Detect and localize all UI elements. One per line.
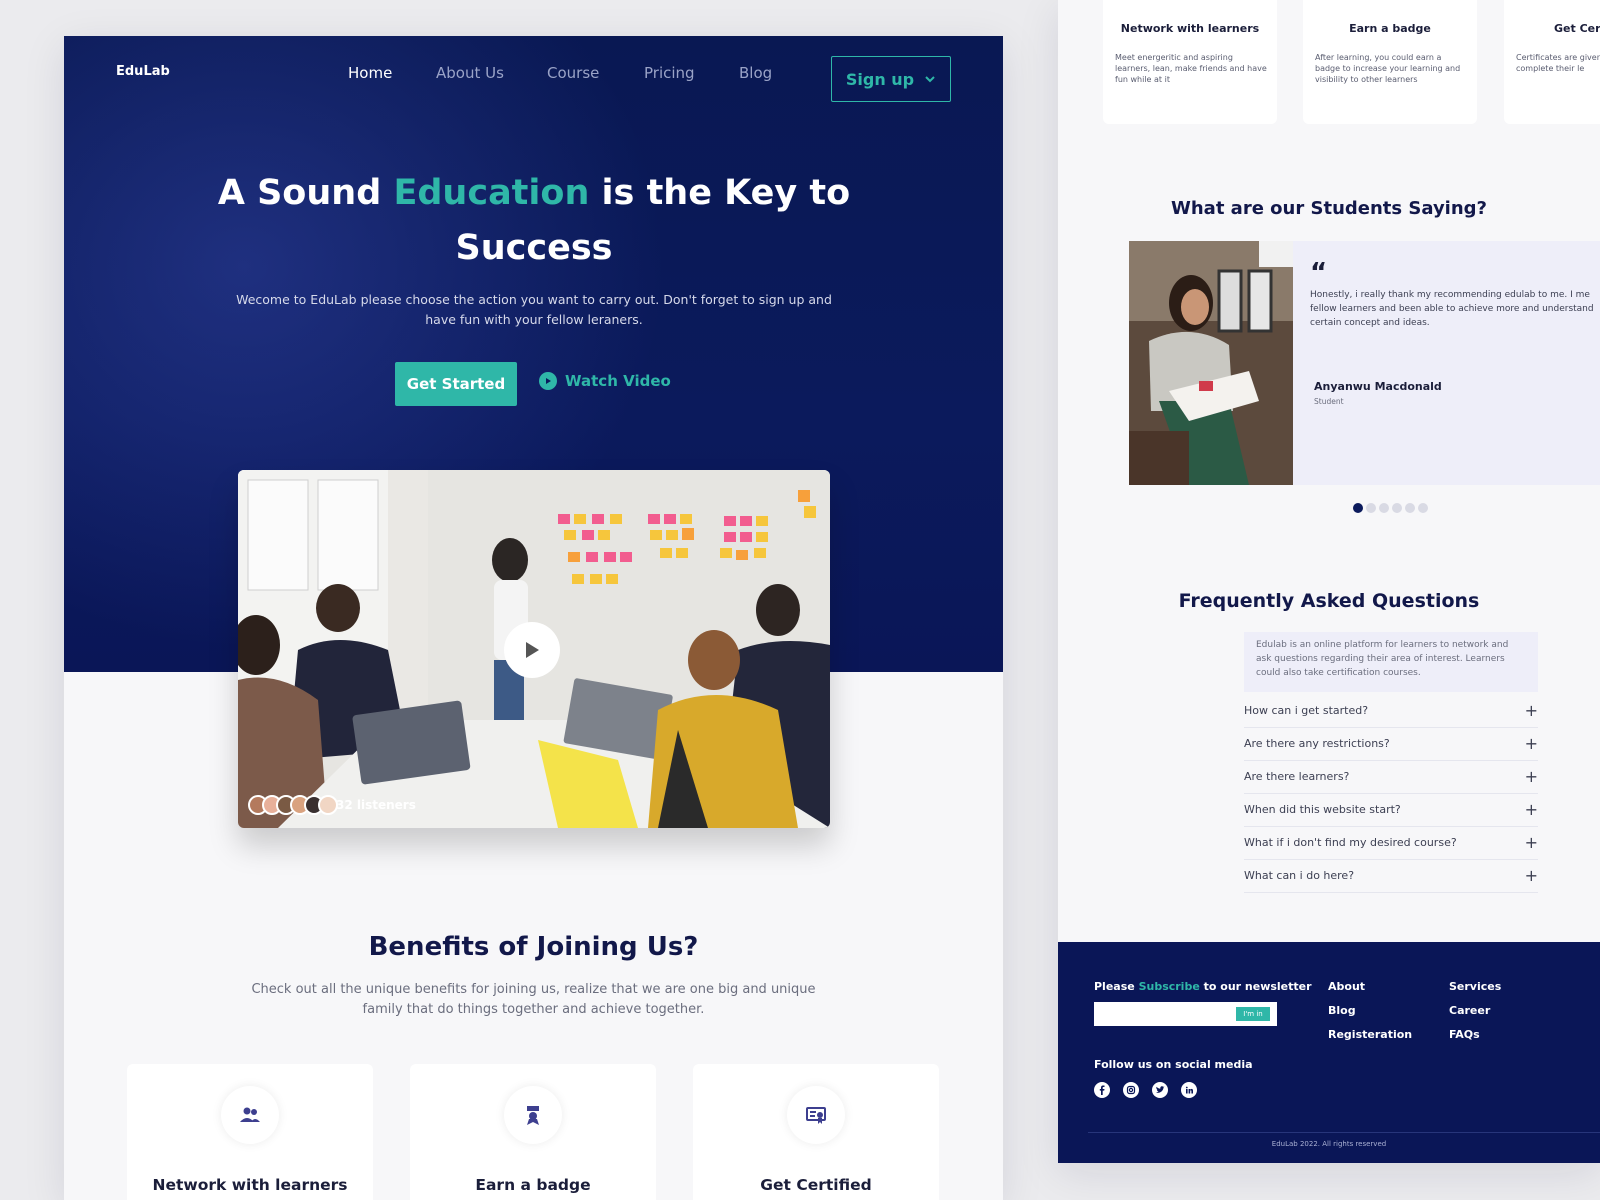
nav-about-us[interactable]: About Us bbox=[436, 64, 504, 82]
benefit-card-title: Earn a badge bbox=[1349, 22, 1431, 35]
benefit-card-badge: Earn a badge bbox=[410, 1064, 656, 1200]
testimonials-title: What are our Students Saying? bbox=[1171, 198, 1487, 219]
footer-link-faqs[interactable]: FAQs bbox=[1449, 1028, 1480, 1041]
benefit-card-network: Network with learners bbox=[127, 1064, 373, 1200]
benefits-title: Benefits of Joining Us? bbox=[368, 932, 699, 962]
benefit-card-description: After learning, you could earn a badge t… bbox=[1315, 53, 1461, 84]
signup-label: Sign up bbox=[845, 69, 915, 89]
footer-link-registeration[interactable]: Registeration bbox=[1328, 1028, 1412, 1041]
play-button[interactable] bbox=[504, 622, 560, 678]
avatar bbox=[318, 795, 338, 815]
signup-button[interactable]: Sign up bbox=[831, 56, 951, 102]
newsletter-label: Please Subscribe to our newsletter bbox=[1094, 980, 1312, 993]
footer-link-career[interactable]: Career bbox=[1449, 1004, 1490, 1017]
faq-question: What if i don't find my desired course? bbox=[1244, 836, 1457, 849]
benefit-card-certified: Get Certified bbox=[693, 1064, 939, 1200]
quote-icon: “ bbox=[1310, 258, 1328, 288]
testimonial-card bbox=[1293, 241, 1600, 485]
hero-title-part1: A Sound bbox=[217, 173, 394, 213]
nav-home[interactable]: Home bbox=[348, 64, 392, 82]
footer-link-services[interactable]: Services bbox=[1449, 980, 1501, 993]
footer: Please Subscribe to our newsletter I'm i… bbox=[1058, 942, 1600, 1163]
benefit-card-network-small: Network with learners Meet energeritic a… bbox=[1103, 0, 1277, 124]
follow-social-label: Follow us on social media bbox=[1094, 1058, 1253, 1071]
plus-icon[interactable]: + bbox=[1525, 734, 1538, 753]
faq-title: Frequently Asked Questions bbox=[1178, 590, 1480, 612]
footer-divider bbox=[1088, 1132, 1600, 1133]
newsletter-label-pre: Please bbox=[1094, 980, 1139, 993]
watch-video-label: Watch Video bbox=[565, 372, 671, 390]
badge-icon bbox=[504, 1086, 562, 1144]
nav-blog[interactable]: Blog bbox=[739, 64, 772, 82]
users-icon bbox=[221, 1086, 279, 1144]
play-icon bbox=[526, 642, 539, 658]
benefit-card-title: Earn a badge bbox=[475, 1176, 591, 1194]
carousel-dots bbox=[1353, 503, 1428, 513]
faq-item[interactable]: Are there any restrictions? + bbox=[1244, 727, 1538, 761]
twitter-icon[interactable] bbox=[1152, 1082, 1168, 1098]
carousel-dot[interactable] bbox=[1353, 503, 1363, 513]
copyright-text: EduLab 2022. All rights reserved bbox=[1271, 1140, 1387, 1148]
carousel-dot[interactable] bbox=[1392, 503, 1402, 513]
benefits-description: Check out all the unique benefits for jo… bbox=[251, 982, 816, 1017]
faq-intro: Edulab is an online platform for learner… bbox=[1244, 632, 1538, 692]
benefit-card-title: Get Cer bbox=[1554, 22, 1600, 35]
newsletter-label-post: to our newsletter bbox=[1199, 980, 1312, 993]
certificate-icon bbox=[787, 1086, 845, 1144]
linkedin-icon[interactable] bbox=[1181, 1082, 1197, 1098]
student-photo bbox=[1129, 241, 1293, 485]
hero-subtitle: Wecome to EduLab please choose the actio… bbox=[236, 292, 832, 327]
faq-item[interactable]: Are there learners? + bbox=[1244, 760, 1538, 794]
listener-avatars bbox=[248, 795, 338, 815]
faq-question: Are there learners? bbox=[1244, 770, 1350, 783]
faq-item[interactable]: What if i don't find my desired course? + bbox=[1244, 826, 1538, 860]
watch-video-link[interactable]: Watch Video bbox=[539, 372, 671, 390]
hero-video[interactable]: 32 listeners bbox=[238, 470, 830, 828]
testimonial-role: Student bbox=[1314, 397, 1344, 406]
benefit-card-title: Network with learners bbox=[1120, 22, 1260, 35]
testimonial-text: Honestly, i really thank my recommending… bbox=[1310, 290, 1594, 328]
nav-pricing[interactable]: Pricing bbox=[644, 64, 695, 82]
faq-question: When did this website start? bbox=[1244, 803, 1401, 816]
plus-icon[interactable]: + bbox=[1525, 800, 1538, 819]
carousel-dot[interactable] bbox=[1405, 503, 1415, 513]
benefit-card-description: Meet energeritic and aspiring learners, … bbox=[1115, 53, 1267, 84]
carousel-dot[interactable] bbox=[1379, 503, 1389, 513]
play-circle-icon bbox=[539, 372, 557, 390]
faq-question: What can i do here? bbox=[1244, 869, 1355, 882]
newsletter-label-accent: Subscribe bbox=[1138, 980, 1200, 993]
plus-icon[interactable]: + bbox=[1525, 701, 1538, 720]
hero-title: A Sound Education is the Key to Success bbox=[184, 166, 884, 276]
faq-item[interactable]: What can i do here? + bbox=[1244, 859, 1538, 893]
listeners-count: 32 listeners bbox=[336, 798, 416, 812]
hero-title-accent: Education bbox=[393, 173, 590, 213]
brand-logo[interactable]: EduLab bbox=[116, 64, 170, 79]
chevron-down-icon bbox=[925, 76, 935, 83]
carousel-dot[interactable] bbox=[1418, 503, 1428, 513]
faq-question: How can i get started? bbox=[1244, 704, 1369, 717]
landing-page-left: EduLab Home About Us Course Pricing Blog… bbox=[64, 36, 1003, 1200]
benefit-card-certified-small: Get Cer Certificates are given t have co… bbox=[1504, 0, 1600, 124]
plus-icon[interactable]: + bbox=[1525, 833, 1538, 852]
nav-course[interactable]: Course bbox=[547, 64, 599, 82]
benefit-card-title: Network with learners bbox=[152, 1176, 348, 1194]
plus-icon[interactable]: + bbox=[1525, 767, 1538, 786]
footer-link-blog[interactable]: Blog bbox=[1328, 1004, 1356, 1017]
testimonial-name: Anyanwu Macdonald bbox=[1314, 380, 1442, 393]
faq-item[interactable]: How can i get started? + bbox=[1244, 694, 1538, 728]
get-started-button[interactable]: Get Started bbox=[395, 362, 517, 406]
benefit-card-description: Certificates are given t have complete t… bbox=[1516, 53, 1600, 73]
plus-icon[interactable]: + bbox=[1525, 866, 1538, 885]
faq-question: Are there any restrictions? bbox=[1244, 737, 1390, 750]
facebook-icon[interactable] bbox=[1094, 1082, 1110, 1098]
benefit-card-badge-small: Earn a badge After learning, you could e… bbox=[1303, 0, 1477, 124]
benefit-card-title: Get Certified bbox=[760, 1176, 872, 1194]
carousel-dot[interactable] bbox=[1366, 503, 1376, 513]
instagram-icon[interactable] bbox=[1123, 1082, 1139, 1098]
footer-link-about[interactable]: About bbox=[1328, 980, 1365, 993]
landing-page-right: Network with learners Meet energeritic a… bbox=[1058, 0, 1600, 1163]
newsletter-submit-button[interactable]: I'm in bbox=[1236, 1007, 1270, 1021]
faq-item[interactable]: When did this website start? + bbox=[1244, 793, 1538, 827]
